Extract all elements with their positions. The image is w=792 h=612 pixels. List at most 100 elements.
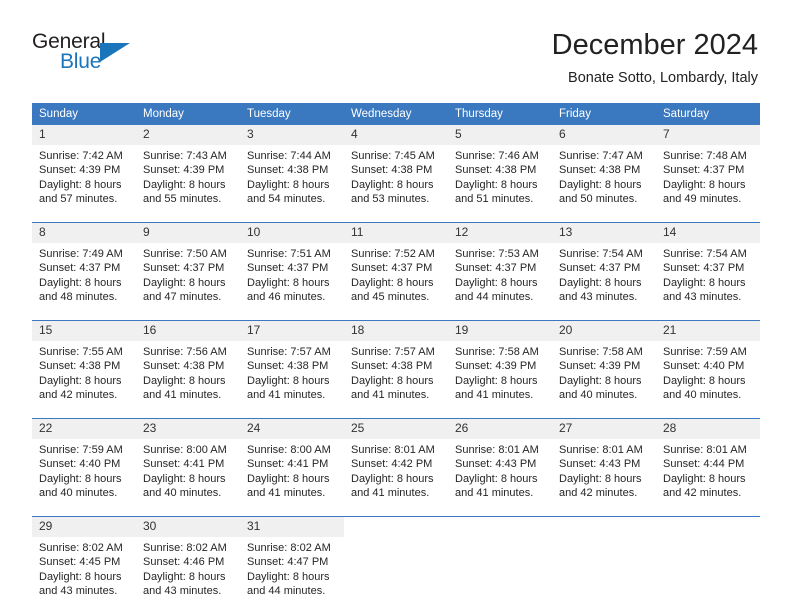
calendar-day-cell[interactable]: 9 Sunrise: 7:50 AM Sunset: 4:37 PM Daylight… [136,222,240,312]
daylight-text-line1: Daylight: 8 hours [559,276,642,289]
day-number: 23 [136,419,240,439]
calendar-day-cell[interactable]: 23 Sunrise: 8:00 AM Sunset: 4:41 PM Dayligh… [136,418,240,508]
day-number [448,517,552,537]
week-spacer-cell [136,410,240,419]
calendar-day-cell[interactable]: 30 Sunrise: 8:02 AM Sunset: 4:46 PM Dayligh… [136,516,240,606]
calendar-day-cell[interactable]: 22 Sunrise: 7:59 AM Sunset: 4:40 PM Dayligh… [32,418,136,508]
sunset-text: Sunset: 4:44 PM [663,458,745,471]
calendar-day-cell[interactable]: 19 Sunrise: 7:58 AM Sunset: 4:39 PM Dayligh… [448,320,552,410]
sunset-text: Sunset: 4:40 PM [663,360,745,373]
day-number: 11 [344,223,448,243]
daylight-text-line1: Daylight: 8 hours [455,374,538,387]
day-details: Sunrise: 8:02 AM Sunset: 4:45 PM Daylight:… [32,537,136,598]
calendar-week-row: 29 Sunrise: 8:02 AM Sunset: 4:45 PM Dayligh… [32,516,760,606]
day-details [552,537,656,541]
day-number: 1 [32,125,136,145]
calendar-day-cell-empty [448,516,552,606]
daylight-text-line2: and 50 minutes. [559,192,638,205]
day-number [344,517,448,537]
daylight-text-line1: Daylight: 8 hours [351,276,434,289]
day-number: 19 [448,321,552,341]
daylight-text-line1: Daylight: 8 hours [143,472,226,485]
daylight-text-line2: and 57 minutes. [39,192,118,205]
calendar-week-row: 8 Sunrise: 7:49 AM Sunset: 4:37 PM Daylight… [32,222,760,312]
daylight-text-line2: and 43 minutes. [39,584,118,597]
daylight-text-line2: and 44 minutes. [247,584,326,597]
sunrise-text: Sunrise: 7:43 AM [143,150,227,162]
daylight-text-line1: Daylight: 8 hours [143,276,226,289]
calendar-day-cell[interactable]: 21 Sunrise: 7:59 AM Sunset: 4:40 PM Dayligh… [656,320,760,410]
sunset-text: Sunset: 4:38 PM [247,164,329,177]
daylight-text-line1: Daylight: 8 hours [143,374,226,387]
weekday-header-saturday: Saturday [656,103,760,125]
calendar-day-cell[interactable]: 27 Sunrise: 8:01 AM Sunset: 4:43 PM Dayligh… [552,418,656,508]
daylight-text-line1: Daylight: 8 hours [143,570,226,583]
day-details: Sunrise: 7:58 AM Sunset: 4:39 PM Daylight:… [552,341,656,402]
day-number: 5 [448,125,552,145]
calendar-day-cell[interactable]: 13 Sunrise: 7:54 AM Sunset: 4:37 PM Dayligh… [552,222,656,312]
day-details: Sunrise: 7:54 AM Sunset: 4:37 PM Daylight:… [552,243,656,304]
daylight-text-line1: Daylight: 8 hours [663,178,746,191]
calendar-day-cell[interactable]: 3 Sunrise: 7:44 AM Sunset: 4:38 PM Daylight… [240,125,344,214]
calendar-day-cell[interactable]: 10 Sunrise: 7:51 AM Sunset: 4:37 PM Dayligh… [240,222,344,312]
daylight-text-line2: and 42 minutes. [559,486,638,499]
daylight-text-line1: Daylight: 8 hours [39,276,122,289]
daylight-text-line1: Daylight: 8 hours [455,472,538,485]
day-details: Sunrise: 7:47 AM Sunset: 4:38 PM Daylight:… [552,145,656,206]
sunrise-text: Sunrise: 7:57 AM [351,346,435,358]
day-number: 13 [552,223,656,243]
sunset-text: Sunset: 4:38 PM [247,360,329,373]
calendar-day-cell[interactable]: 14 Sunrise: 7:54 AM Sunset: 4:37 PM Dayligh… [656,222,760,312]
daylight-text-line2: and 41 minutes. [351,388,430,401]
calendar-day-cell[interactable]: 24 Sunrise: 8:00 AM Sunset: 4:41 PM Dayligh… [240,418,344,508]
calendar-week-row: 22 Sunrise: 7:59 AM Sunset: 4:40 PM Dayligh… [32,418,760,508]
daylight-text-line1: Daylight: 8 hours [247,276,330,289]
calendar-day-cell[interactable]: 16 Sunrise: 7:56 AM Sunset: 4:38 PM Dayligh… [136,320,240,410]
calendar-day-cell[interactable]: 17 Sunrise: 7:57 AM Sunset: 4:38 PM Dayligh… [240,320,344,410]
calendar-header: Sunday Monday Tuesday Wednesday Thursday… [32,103,760,125]
day-details: Sunrise: 7:56 AM Sunset: 4:38 PM Daylight:… [136,341,240,402]
week-spacer-cell [552,410,656,419]
calendar-day-cell[interactable]: 15 Sunrise: 7:55 AM Sunset: 4:38 PM Dayligh… [32,320,136,410]
week-spacer-cell [552,508,656,517]
calendar-day-cell[interactable]: 7 Sunrise: 7:48 AM Sunset: 4:37 PM Daylight… [656,125,760,214]
daylight-text-line1: Daylight: 8 hours [663,276,746,289]
week-spacer-row [32,214,760,223]
day-number: 24 [240,419,344,439]
calendar-day-cell[interactable]: 6 Sunrise: 7:47 AM Sunset: 4:38 PM Daylight… [552,125,656,214]
calendar-day-cell[interactable]: 28 Sunrise: 8:01 AM Sunset: 4:44 PM Dayligh… [656,418,760,508]
calendar-day-cell[interactable]: 8 Sunrise: 7:49 AM Sunset: 4:37 PM Daylight… [32,222,136,312]
weekday-header-wednesday: Wednesday [344,103,448,125]
brand-triangle-icon [100,43,130,62]
calendar-day-cell[interactable]: 25 Sunrise: 8:01 AM Sunset: 4:42 PM Dayligh… [344,418,448,508]
day-number: 7 [656,125,760,145]
week-spacer-row [32,410,760,419]
brand-logo[interactable]: General Blue [32,30,152,84]
week-spacer-cell [240,312,344,321]
calendar-day-cell[interactable]: 29 Sunrise: 8:02 AM Sunset: 4:45 PM Dayligh… [32,516,136,606]
day-number: 6 [552,125,656,145]
calendar-day-cell[interactable]: 1 Sunrise: 7:42 AM Sunset: 4:39 PM Daylight… [32,125,136,214]
calendar-day-cell[interactable]: 5 Sunrise: 7:46 AM Sunset: 4:38 PM Daylight… [448,125,552,214]
calendar-day-cell[interactable]: 31 Sunrise: 8:02 AM Sunset: 4:47 PM Dayligh… [240,516,344,606]
sunset-text: Sunset: 4:38 PM [559,164,641,177]
day-details: Sunrise: 7:59 AM Sunset: 4:40 PM Daylight:… [32,439,136,500]
day-details: Sunrise: 7:59 AM Sunset: 4:40 PM Daylight:… [656,341,760,402]
sunrise-text: Sunrise: 8:01 AM [559,444,643,456]
calendar-day-cell[interactable]: 18 Sunrise: 7:57 AM Sunset: 4:38 PM Dayligh… [344,320,448,410]
day-details: Sunrise: 7:53 AM Sunset: 4:37 PM Daylight:… [448,243,552,304]
calendar-day-cell[interactable]: 4 Sunrise: 7:45 AM Sunset: 4:38 PM Daylight… [344,125,448,214]
daylight-text-line2: and 47 minutes. [143,290,222,303]
sunset-text: Sunset: 4:41 PM [143,458,225,471]
calendar-day-cell[interactable]: 11 Sunrise: 7:52 AM Sunset: 4:37 PM Dayligh… [344,222,448,312]
calendar-day-cell[interactable]: 20 Sunrise: 7:58 AM Sunset: 4:39 PM Dayligh… [552,320,656,410]
weekday-header-row: Sunday Monday Tuesday Wednesday Thursday… [32,103,760,125]
weekday-header-tuesday: Tuesday [240,103,344,125]
calendar-day-cell[interactable]: 12 Sunrise: 7:53 AM Sunset: 4:37 PM Dayligh… [448,222,552,312]
calendar-day-cell[interactable]: 2 Sunrise: 7:43 AM Sunset: 4:39 PM Daylight… [136,125,240,214]
day-number: 27 [552,419,656,439]
calendar-day-cell[interactable]: 26 Sunrise: 8:01 AM Sunset: 4:43 PM Dayligh… [448,418,552,508]
daylight-text-line2: and 43 minutes. [663,290,742,303]
sunrise-text: Sunrise: 8:02 AM [247,542,331,554]
daylight-text-line1: Daylight: 8 hours [663,472,746,485]
